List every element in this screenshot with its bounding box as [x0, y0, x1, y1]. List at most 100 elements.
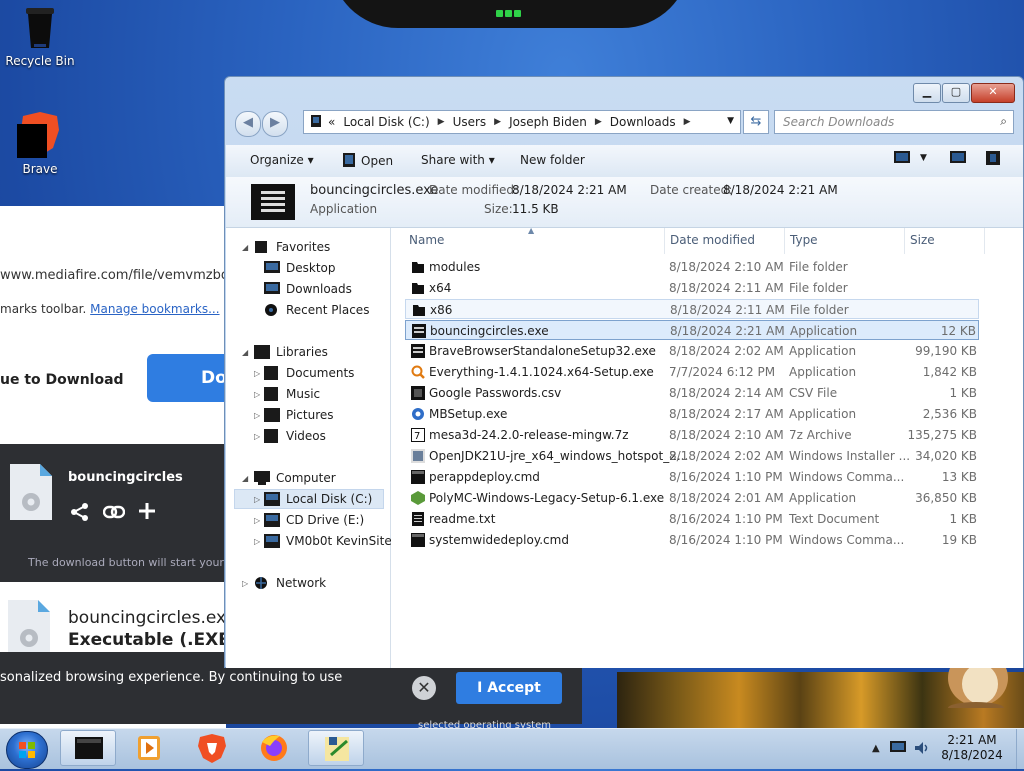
- nav-documents[interactable]: Documents: [264, 366, 354, 380]
- collapse-arrow-icon[interactable]: ◢: [242, 474, 248, 483]
- column-header-date-modified[interactable]: Date modified: [670, 233, 755, 247]
- organize-button[interactable]: Organize ▾: [250, 153, 314, 167]
- nav-downloads[interactable]: Downloads: [264, 282, 352, 296]
- breadcrumb-downloads[interactable]: Downloads: [610, 115, 676, 129]
- new-folder-button[interactable]: New folder: [520, 153, 585, 167]
- taskbar-notepad-app[interactable]: [308, 730, 364, 766]
- back-button[interactable]: ◀: [235, 111, 261, 137]
- nav-recent-places[interactable]: Recent Places: [264, 303, 369, 317]
- volume-tray-icon[interactable]: [914, 741, 930, 758]
- column-header-type[interactable]: Type: [790, 233, 818, 247]
- file-row[interactable]: MBSetup.exe 8/18/2024 2:17 AM Application 2…: [405, 404, 979, 424]
- search-icon[interactable]: ⌕: [1000, 114, 1007, 129]
- nav-videos[interactable]: Videos: [264, 429, 326, 443]
- file-row[interactable]: BraveBrowserStandaloneSetup32.exe 8/18/20…: [405, 341, 979, 361]
- column-divider[interactable]: [784, 228, 785, 254]
- file-row[interactable]: Google Passwords.csv 8/18/2024 2:14 AM CSV…: [405, 383, 979, 403]
- file-row[interactable]: modules 8/18/2024 2:10 AM File folder: [405, 257, 979, 277]
- file-date-modified: 8/18/2024 2:17 AM: [669, 407, 784, 421]
- expand-arrow-icon[interactable]: ▷: [254, 495, 260, 504]
- breadcrumb-arrow-icon[interactable]: ▶: [438, 117, 445, 127]
- breadcrumb-prefix[interactable]: «: [328, 115, 335, 129]
- download-button[interactable]: Do: [147, 354, 226, 402]
- expand-arrow-icon[interactable]: ▷: [254, 537, 260, 546]
- column-divider[interactable]: [664, 228, 665, 254]
- collapse-arrow-icon[interactable]: ◢: [242, 243, 248, 252]
- column-header-size[interactable]: Size: [910, 233, 935, 247]
- expand-arrow-icon[interactable]: ▷: [254, 432, 260, 441]
- nav-local-disk[interactable]: Local Disk (C:): [264, 492, 372, 506]
- file-gear-icon: [10, 464, 52, 523]
- nav-music[interactable]: Music: [264, 387, 320, 401]
- start-button[interactable]: [6, 731, 48, 769]
- recycle-bin-icon: [22, 4, 58, 50]
- file-row[interactable]: readme.txt 8/16/2024 1:10 PM Text Document…: [405, 509, 979, 529]
- refresh-button[interactable]: ⇆: [743, 110, 769, 134]
- file-row[interactable]: systemwidedeploy.cmd 8/16/2024 1:10 PM Win…: [405, 530, 979, 550]
- column-header-name[interactable]: Name: [409, 233, 444, 247]
- share-with-button[interactable]: Share with ▾: [421, 153, 495, 167]
- taskbar-media-player[interactable]: [122, 730, 178, 766]
- bookmarks-text: marks toolbar.: [0, 302, 87, 316]
- help-icon[interactable]: [986, 151, 1002, 167]
- breadcrumb-user[interactable]: Joseph Biden: [509, 115, 587, 129]
- file-row[interactable]: x86 8/18/2024 2:11 AM File folder: [405, 299, 979, 319]
- column-divider[interactable]: [904, 228, 905, 254]
- breadcrumb-arrow-icon[interactable]: ▶: [494, 117, 501, 127]
- taskbar-brave[interactable]: [184, 730, 240, 766]
- file-row[interactable]: PolyMC-Windows-Legacy-Setup-6.1.exe 8/18/…: [405, 488, 979, 508]
- file-row[interactable]: x64 8/18/2024 2:11 AM File folder: [405, 278, 979, 298]
- show-desktop-button[interactable]: [1016, 729, 1024, 769]
- file-row[interactable]: perappdeploy.cmd 8/16/2024 1:10 PM Windows…: [405, 467, 979, 487]
- system-clock[interactable]: 2:21 AM 8/18/2024: [932, 733, 1012, 763]
- column-divider[interactable]: [984, 228, 985, 254]
- collapse-arrow-icon[interactable]: ◢: [242, 348, 248, 357]
- expand-arrow-icon[interactable]: ▷: [254, 516, 260, 525]
- taskbar-firefox[interactable]: [246, 730, 302, 766]
- accept-button[interactable]: I Accept: [456, 672, 562, 704]
- nav-desktop[interactable]: Desktop: [264, 261, 336, 275]
- file-row[interactable]: 7 mesa3d-24.2.0-release-mingw.7z 8/18/2024…: [405, 425, 979, 445]
- expand-arrow-icon[interactable]: ▷: [254, 390, 260, 399]
- taskbar-explorer[interactable]: [60, 730, 116, 766]
- nav-pictures[interactable]: Pictures: [264, 408, 334, 422]
- nav-vm-site[interactable]: VM0b0t KevinSite: [264, 534, 392, 548]
- maximize-button[interactable]: ▢: [942, 83, 970, 103]
- network-tray-icon[interactable]: [890, 741, 906, 758]
- expand-arrow-icon[interactable]: ▷: [254, 411, 260, 420]
- file-row[interactable]: bouncingcircles.exe 8/18/2024 2:21 AM Appl…: [405, 320, 979, 340]
- address-dropdown-icon[interactable]: ▼: [727, 116, 734, 126]
- nav-favorites[interactable]: Favorites: [254, 240, 330, 254]
- nav-network[interactable]: Network: [254, 576, 326, 590]
- view-dropdown-icon[interactable]: ▼: [920, 153, 927, 163]
- cookie-close-button[interactable]: ✕: [412, 676, 436, 700]
- address-bar-text[interactable]: www.mediafire.com/file/vemvmzbdekyl: [0, 268, 226, 283]
- breadcrumb-arrow-icon[interactable]: ▶: [684, 117, 691, 127]
- recycle-bin-shortcut[interactable]: Recycle Bin: [0, 4, 80, 68]
- share-icon[interactable]: [70, 502, 90, 525]
- nav-libraries[interactable]: Libraries: [254, 345, 328, 359]
- show-hidden-icons[interactable]: ▲: [872, 743, 880, 754]
- nav-computer[interactable]: Computer: [254, 471, 336, 485]
- breadcrumb-users[interactable]: Users: [453, 115, 487, 129]
- expand-arrow-icon[interactable]: ▷: [242, 579, 248, 588]
- forward-button[interactable]: ▶: [262, 111, 288, 137]
- add-icon[interactable]: [138, 502, 156, 523]
- clock-date: 8/18/2024: [941, 748, 1003, 762]
- change-view-icon[interactable]: [894, 151, 910, 167]
- search-input[interactable]: Search Downloads ⌕: [774, 110, 1014, 134]
- file-row[interactable]: OpenJDK21U-jre_x64_windows_hotspot_2... 8…: [405, 446, 979, 466]
- minimize-button[interactable]: ▁: [913, 83, 941, 103]
- file-row[interactable]: Everything-1.4.1.1024.x64-Setup.exe 7/7/2…: [405, 362, 979, 382]
- preview-pane-icon[interactable]: [950, 151, 966, 167]
- address-bar[interactable]: « Local Disk (C:) ▶ Users ▶ Joseph Biden…: [303, 110, 741, 134]
- brave-shortcut[interactable]: Brave: [0, 110, 80, 176]
- breadcrumb-local-disk[interactable]: Local Disk (C:): [343, 115, 429, 129]
- expand-arrow-icon[interactable]: ▷: [254, 369, 260, 378]
- breadcrumb-arrow-icon[interactable]: ▶: [595, 117, 602, 127]
- manage-bookmarks-link[interactable]: Manage bookmarks...: [90, 302, 219, 316]
- nav-cd-drive[interactable]: CD Drive (E:): [264, 513, 364, 527]
- open-button[interactable]: Open: [343, 153, 393, 168]
- link-icon[interactable]: [102, 504, 126, 523]
- close-button[interactable]: ✕: [971, 83, 1015, 103]
